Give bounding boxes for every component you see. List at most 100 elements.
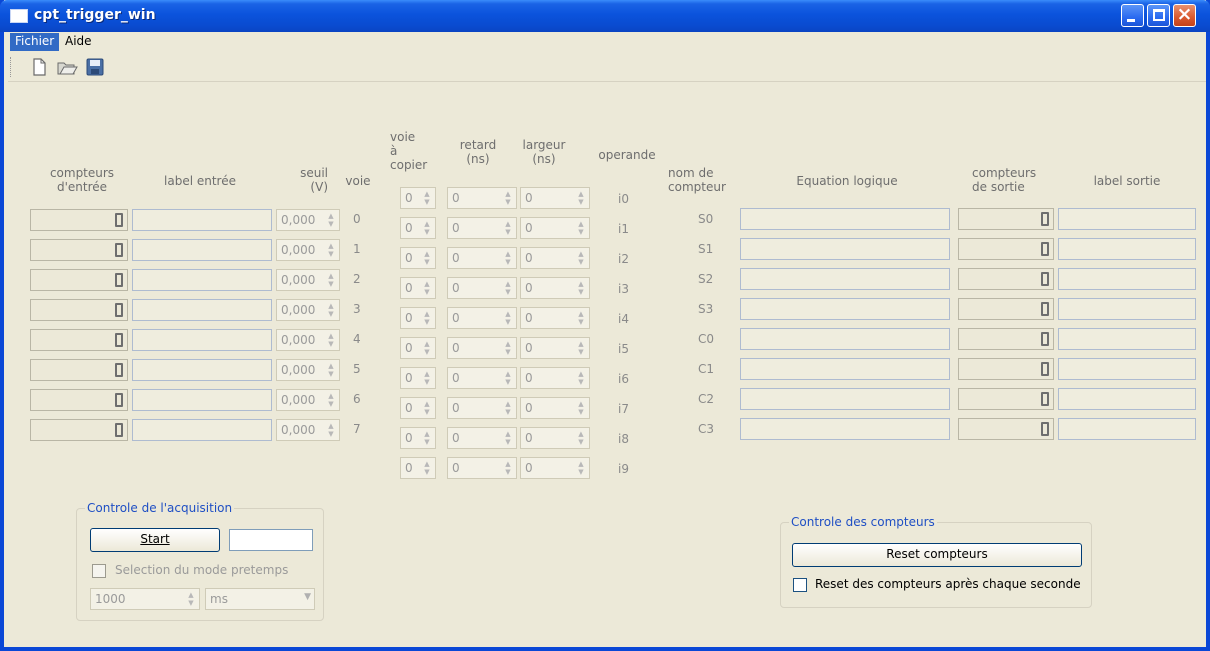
equation-logique-field[interactable] <box>740 298 950 320</box>
open-folder-icon[interactable] <box>56 56 78 78</box>
retard-spinbox[interactable]: 0 ▲ ▼ <box>447 397 517 419</box>
retard-spinbox[interactable]: 0 ▲ ▼ <box>447 217 517 239</box>
largeur-spinbox[interactable]: 0 ▲ ▼ <box>520 367 590 389</box>
retard-spinbox[interactable]: 0 ▲ ▼ <box>447 427 517 449</box>
largeur-spinbox[interactable]: 0 ▲ ▼ <box>520 217 590 239</box>
voie-copier-spinbox[interactable]: 0 ▲ ▼ <box>400 307 436 329</box>
spin-arrows-icon[interactable]: ▲ ▼ <box>422 370 432 386</box>
spin-arrows-icon[interactable]: ▲ ▼ <box>576 190 586 206</box>
spin-arrows-icon[interactable]: ▲ ▼ <box>326 392 336 408</box>
spin-arrows-icon[interactable]: ▲ ▼ <box>422 280 432 296</box>
seuil-spinbox[interactable]: 0,000 ▲ ▼ <box>276 359 340 381</box>
spin-arrows-icon[interactable]: ▲ ▼ <box>186 591 196 607</box>
output-label-field[interactable] <box>1058 208 1196 230</box>
pretemps-checkbox[interactable] <box>92 564 106 578</box>
spin-arrows-icon[interactable]: ▲ ▼ <box>503 430 513 446</box>
new-file-icon[interactable] <box>28 56 50 78</box>
spin-arrows-icon[interactable]: ▲ ▼ <box>576 460 586 476</box>
output-label-field[interactable] <box>1058 268 1196 290</box>
spin-arrows-icon[interactable]: ▲ ▼ <box>503 220 513 236</box>
spin-arrows-icon[interactable]: ▲ ▼ <box>422 460 432 476</box>
spin-arrows-icon[interactable]: ▲ ▼ <box>503 460 513 476</box>
spin-arrows-icon[interactable]: ▲ ▼ <box>326 362 336 378</box>
equation-logique-field[interactable] <box>740 358 950 380</box>
pretemps-value-spinbox[interactable]: 1000 ▲ ▼ <box>90 588 200 610</box>
equation-logique-field[interactable] <box>740 208 950 230</box>
spin-arrows-icon[interactable]: ▲ ▼ <box>576 250 586 266</box>
largeur-spinbox[interactable]: 0 ▲ ▼ <box>520 247 590 269</box>
spin-arrows-icon[interactable]: ▲ ▼ <box>503 340 513 356</box>
voie-copier-spinbox[interactable]: 0 ▲ ▼ <box>400 217 436 239</box>
pretemps-unit-select[interactable]: ms ▼ <box>205 588 315 610</box>
spin-arrows-icon[interactable]: ▲ ▼ <box>422 310 432 326</box>
input-label-field[interactable] <box>132 299 272 321</box>
voie-copier-spinbox[interactable]: 0 ▲ ▼ <box>400 277 436 299</box>
equation-logique-field[interactable] <box>740 418 950 440</box>
retard-spinbox[interactable]: 0 ▲ ▼ <box>447 307 517 329</box>
equation-logique-field[interactable] <box>740 328 950 350</box>
largeur-spinbox[interactable]: 0 ▲ ▼ <box>520 457 590 479</box>
spin-arrows-icon[interactable]: ▲ ▼ <box>503 280 513 296</box>
spin-arrows-icon[interactable]: ▲ ▼ <box>326 272 336 288</box>
spin-arrows-icon[interactable]: ▲ ▼ <box>326 212 336 228</box>
output-label-field[interactable] <box>1058 358 1196 380</box>
spin-arrows-icon[interactable]: ▲ ▼ <box>503 310 513 326</box>
equation-logique-field[interactable] <box>740 268 950 290</box>
maximize-button[interactable] <box>1147 4 1170 27</box>
spin-arrows-icon[interactable]: ▲ ▼ <box>576 400 586 416</box>
input-label-field[interactable] <box>132 269 272 291</box>
reset-compteurs-button[interactable]: Reset compteurs <box>792 543 1082 567</box>
voie-copier-spinbox[interactable]: 0 ▲ ▼ <box>400 337 436 359</box>
output-label-field[interactable] <box>1058 328 1196 350</box>
start-button[interactable]: Start <box>90 528 220 552</box>
output-label-field[interactable] <box>1058 298 1196 320</box>
largeur-spinbox[interactable]: 0 ▲ ▼ <box>520 187 590 209</box>
largeur-spinbox[interactable]: 0 ▲ ▼ <box>520 427 590 449</box>
voie-copier-spinbox[interactable]: 0 ▲ ▼ <box>400 427 436 449</box>
spin-arrows-icon[interactable]: ▲ ▼ <box>422 190 432 206</box>
spin-arrows-icon[interactable]: ▲ ▼ <box>576 340 586 356</box>
voie-copier-spinbox[interactable]: 0 ▲ ▼ <box>400 457 436 479</box>
seuil-spinbox[interactable]: 0,000 ▲ ▼ <box>276 209 340 231</box>
output-label-field[interactable] <box>1058 418 1196 440</box>
voie-copier-spinbox[interactable]: 0 ▲ ▼ <box>400 187 436 209</box>
input-label-field[interactable] <box>132 329 272 351</box>
retard-spinbox[interactable]: 0 ▲ ▼ <box>447 367 517 389</box>
minimize-button[interactable] <box>1121 4 1144 27</box>
spin-arrows-icon[interactable]: ▲ ▼ <box>422 430 432 446</box>
input-label-field[interactable] <box>132 239 272 261</box>
output-label-field[interactable] <box>1058 238 1196 260</box>
largeur-spinbox[interactable]: 0 ▲ ▼ <box>520 397 590 419</box>
largeur-spinbox[interactable]: 0 ▲ ▼ <box>520 277 590 299</box>
input-label-field[interactable] <box>132 419 272 441</box>
spin-arrows-icon[interactable]: ▲ ▼ <box>422 250 432 266</box>
menu-fichier[interactable]: Fichier <box>10 33 60 51</box>
title-bar[interactable]: cpt_trigger_win × <box>0 0 1210 32</box>
seuil-spinbox[interactable]: 0,000 ▲ ▼ <box>276 389 340 411</box>
seuil-spinbox[interactable]: 0,000 ▲ ▼ <box>276 419 340 441</box>
save-disk-icon[interactable] <box>84 56 106 78</box>
spin-arrows-icon[interactable]: ▲ ▼ <box>326 302 336 318</box>
spin-arrows-icon[interactable]: ▲ ▼ <box>326 422 336 438</box>
spin-arrows-icon[interactable]: ▲ ▼ <box>576 220 586 236</box>
spin-arrows-icon[interactable]: ▲ ▼ <box>422 220 432 236</box>
menu-aide[interactable]: Aide <box>60 33 97 51</box>
toolbar-grip[interactable] <box>10 57 13 77</box>
voie-copier-spinbox[interactable]: 0 ▲ ▼ <box>400 367 436 389</box>
retard-spinbox[interactable]: 0 ▲ ▼ <box>447 457 517 479</box>
spin-arrows-icon[interactable]: ▲ ▼ <box>576 430 586 446</box>
equation-logique-field[interactable] <box>740 238 950 260</box>
spin-arrows-icon[interactable]: ▲ ▼ <box>326 242 336 258</box>
spin-arrows-icon[interactable]: ▲ ▼ <box>576 310 586 326</box>
retard-spinbox[interactable]: 0 ▲ ▼ <box>447 337 517 359</box>
input-label-field[interactable] <box>132 389 272 411</box>
spin-arrows-icon[interactable]: ▲ ▼ <box>503 250 513 266</box>
seuil-spinbox[interactable]: 0,000 ▲ ▼ <box>276 299 340 321</box>
voie-copier-spinbox[interactable]: 0 ▲ ▼ <box>400 397 436 419</box>
spin-arrows-icon[interactable]: ▲ ▼ <box>503 190 513 206</box>
seuil-spinbox[interactable]: 0,000 ▲ ▼ <box>276 239 340 261</box>
chevron-down-icon[interactable]: ▼ <box>304 592 311 602</box>
seuil-spinbox[interactable]: 0,000 ▲ ▼ <box>276 269 340 291</box>
spin-arrows-icon[interactable]: ▲ ▼ <box>576 280 586 296</box>
retard-spinbox[interactable]: 0 ▲ ▼ <box>447 187 517 209</box>
